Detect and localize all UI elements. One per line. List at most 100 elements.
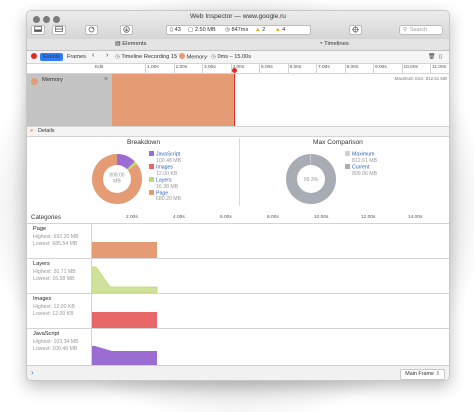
legend-maximum: Maximum [345,151,377,158]
forward-arrow-icon[interactable]: › [106,52,108,60]
ruler-gridline [173,64,175,73]
legend-page: Page [149,189,181,197]
ruler-tick-label: 10.00s [403,65,418,70]
ruler-gridline [259,64,260,73]
panel-divider [239,138,240,206]
tab-timelines[interactable]: ◔ Timelines [319,40,349,49]
legend-swatch [149,176,154,182]
ruler-gridline [316,64,317,73]
record-icon [31,53,37,59]
legend-swatch [149,189,154,195]
ruler-tick-label: 9.00s [375,65,387,70]
category-row-javascript[interactable]: JavaScript Highest: 103.34 MB Lowest: 10… [27,329,449,365]
breadcrumb-separator: › [175,54,177,60]
breakdown-center-unit: MB [113,179,121,185]
size-icon: ▢ [188,27,194,33]
page-memory-area [92,242,157,258]
javascript-memory-graph [92,346,157,365]
ruler-tick-label: 1.00s [147,65,159,70]
load-time[interactable]: ◷ 847ms [225,25,248,35]
target-button[interactable] [349,25,362,35]
categories-tick-label: 4.00s [173,215,185,220]
ruler-tick-label: 8.00s [346,65,359,70]
clear-timeline-button[interactable]: 🗑 [428,53,435,61]
layers-memory-area [92,266,158,293]
timelines-icon: ◔ [319,41,323,47]
memory-overview-graph[interactable]: Maximum Size: 812.61 MB [112,74,449,126]
current-time-marker[interactable] [232,68,237,73]
warning-icon: ▲ [255,27,261,33]
dock-button[interactable] [31,25,45,35]
max-comparison-donut-chart: 99.3% [286,154,336,204]
legend-current: Current [345,163,377,171]
breakdown-legend: JavaScript 100.48 MB Images 12.00 KB Lay… [149,151,181,203]
dock-icon [34,26,42,32]
search-input[interactable]: ⚲ Search [399,25,443,35]
breadcrumb-range[interactable]: ◷ 0ms – 15.00s [211,53,251,61]
resources-size[interactable]: ▢ 2.50 MB [188,25,216,35]
console-bottom-bar: › Main Frame ⇕ [27,365,449,380]
max-comparison-legend: Maximum 812.61 MB Current 809.06 MB [345,151,377,177]
ruler-tick-label: 2.00s [175,65,188,70]
edit-button[interactable]: Edit [95,65,103,70]
categories-tick-label: 6.00s [220,215,232,220]
tab-bar: ▤ Elements ◔ Timelines [27,39,449,51]
error-icon: ▲ [275,27,281,33]
categories-tick-label: 8.00s [267,215,279,220]
ruler-gridline [202,64,203,73]
breadcrumb-recording[interactable]: ◷ Timeline Recording 15 [115,53,177,61]
reload-button[interactable] [85,25,98,35]
resources-count[interactable]: ▯ 43 [170,25,181,35]
range-icon: ◷ [211,54,216,60]
elements-icon: ▤ [115,41,121,47]
crosshair-icon [352,26,359,33]
ruler-tick-label: 7.00s [318,65,330,70]
window-title: Web Inspector — www.google.ru [190,13,286,20]
breadcrumb-memory[interactable]: Memory [179,53,207,62]
details-bar: ● Details [27,127,449,137]
categories-tick-label: 14.00s [408,215,423,220]
legend-layers: Layers [149,176,181,184]
toggle-sidebar-button[interactable]: ▯ [439,53,442,61]
layout-icon [55,26,63,32]
ruler-gridline [145,64,146,73]
tab-elements[interactable]: ▤ Elements [115,40,146,49]
download-button[interactable] [120,25,133,35]
trash-icon: 🗑 [428,54,436,60]
categories-tick-label: 12.00s [361,215,376,220]
title-bar: Web Inspector — www.google.ru ▯ 43 ▢ 2.5… [27,11,449,40]
category-row-page[interactable]: Page Highest: 692.20 MB Lowest: 685.54 M… [27,224,449,259]
breadcrumb-separator: › [206,54,208,60]
errors-count[interactable]: ▲ 4 [275,25,285,35]
close-icon[interactable]: × [104,76,108,83]
console-prompt-icon[interactable]: › [31,368,34,377]
memory-overview-row: Memory × Maximum Size: 812.61 MB [27,74,449,127]
ruler-gridline [287,64,289,73]
record-button[interactable] [31,53,37,62]
warnings-count[interactable]: ▲ 2 [255,25,265,35]
category-row-images[interactable]: Images Highest: 12.00 KB Lowest: 12.00 K… [27,294,449,329]
current-time-line [234,74,235,126]
category-row-layers[interactable]: Layers Highest: 20.71 MB Lowest: 16.38 M… [27,259,449,294]
legend-swatch [149,163,154,169]
legend-images: Images [149,163,181,171]
legend-swatch [345,151,350,156]
memory-timeline-label[interactable]: Memory × [27,74,112,126]
ruler-tick-label: 6.00s [289,65,302,70]
sidebar-icon: ▯ [439,54,443,60]
legend-javascript: JavaScript [149,151,181,158]
page-memory-graph [92,242,157,258]
ruler-tick-label: 3.00s [204,65,216,70]
images-memory-area [92,312,157,328]
legend-swatch [149,151,154,156]
ruler-tick-label: 11.00s [432,65,447,70]
search-icon: ⚲ [403,27,407,33]
back-arrow-icon[interactable]: ‹ [92,52,94,60]
frames-tab[interactable]: Frames [67,53,86,61]
document-icon: ▯ [170,27,174,33]
events-tab[interactable]: Events [40,53,64,61]
frame-select[interactable]: Main Frame ⇕ [400,369,445,380]
memory-overview-area [112,74,234,126]
layout-button[interactable] [52,25,66,35]
memory-icon: ● [30,128,34,134]
